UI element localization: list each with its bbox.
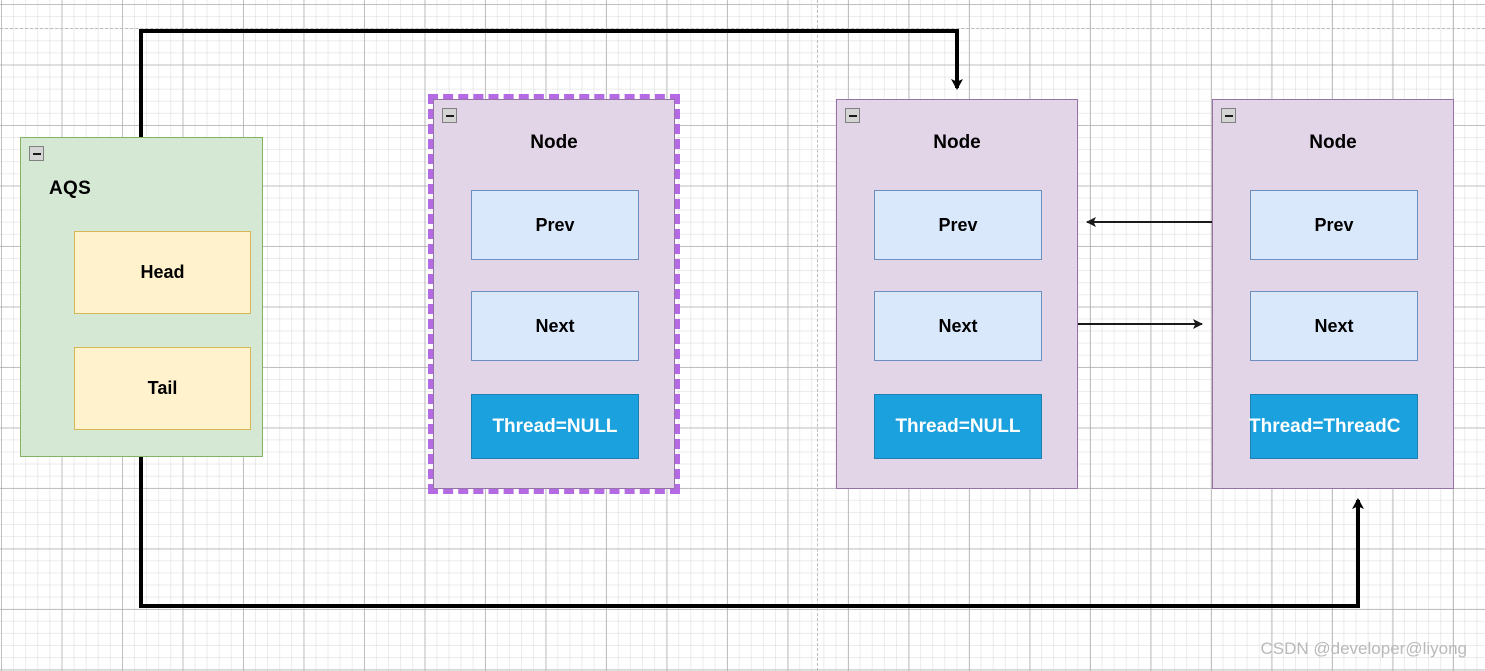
minus-square-icon[interactable] [845,108,860,123]
node-field-thread-label-3: Thread=ThreadC [1249,415,1401,437]
node-container-2[interactable]: Node Prev Next Thread=NULL [836,99,1078,489]
node-clip-3: Node Prev Next Thread=ThreadC [1213,100,1453,488]
connector-tail-to-node3 [139,457,1364,608]
aqs-container[interactable]: AQS Head Tail [20,137,263,457]
node-field-prev-label-2: Prev [938,214,978,235]
page-break-vertical [817,0,818,671]
node-field-next-3[interactable]: Next [1250,291,1418,361]
aqs-field-tail[interactable]: Tail [74,347,251,430]
node-container-3[interactable]: Node Prev Next Thread=ThreadC [1212,99,1454,489]
aqs-field-head[interactable]: Head [74,231,251,314]
node-field-thread-3[interactable]: Thread=ThreadC [1249,394,1418,459]
node-field-thread-label-1: Thread=NULL [492,415,618,437]
node-container-1[interactable]: Node Prev Next Thread=NULL [433,99,675,489]
minus-square-icon[interactable] [29,146,44,161]
node-field-thread-1[interactable]: Thread=NULL [471,394,639,459]
node-field-next-label-3: Next [1314,315,1354,336]
node-field-next-2[interactable]: Next [874,291,1042,361]
diagram-canvas[interactable]: AQS Head Tail Node Prev Next Thread=NULL [0,0,1485,671]
node-clip-2: Node Prev Next Thread=NULL [837,100,1077,488]
node-field-prev-3[interactable]: Prev [1250,190,1418,260]
node-field-thread-label-2: Thread=NULL [895,415,1021,437]
aqs-field-head-label: Head [140,262,185,282]
node-field-prev-label-1: Prev [535,214,575,235]
page-break-horizontal [0,28,1485,29]
node-field-prev-label-3: Prev [1314,214,1354,235]
node-field-next-label-1: Next [535,315,575,336]
node-field-prev-2[interactable]: Prev [874,190,1042,260]
minus-square-icon[interactable] [1221,108,1236,123]
aqs-label: AQS [49,178,92,199]
minus-square-icon[interactable] [442,108,457,123]
node-title-3: Node [1309,132,1357,153]
node-field-next-1[interactable]: Next [471,291,639,361]
node-title-2: Node [933,132,981,153]
node-field-next-label-2: Next [938,315,978,336]
node-field-thread-2[interactable]: Thread=NULL [874,394,1042,459]
watermark: CSDN @developer@liyong [1260,639,1468,658]
node-clip-1: Node Prev Next Thread=NULL [434,100,674,488]
node-title-1: Node [530,132,578,153]
aqs-field-tail-label: Tail [147,378,178,398]
node-field-prev-1[interactable]: Prev [471,190,639,260]
